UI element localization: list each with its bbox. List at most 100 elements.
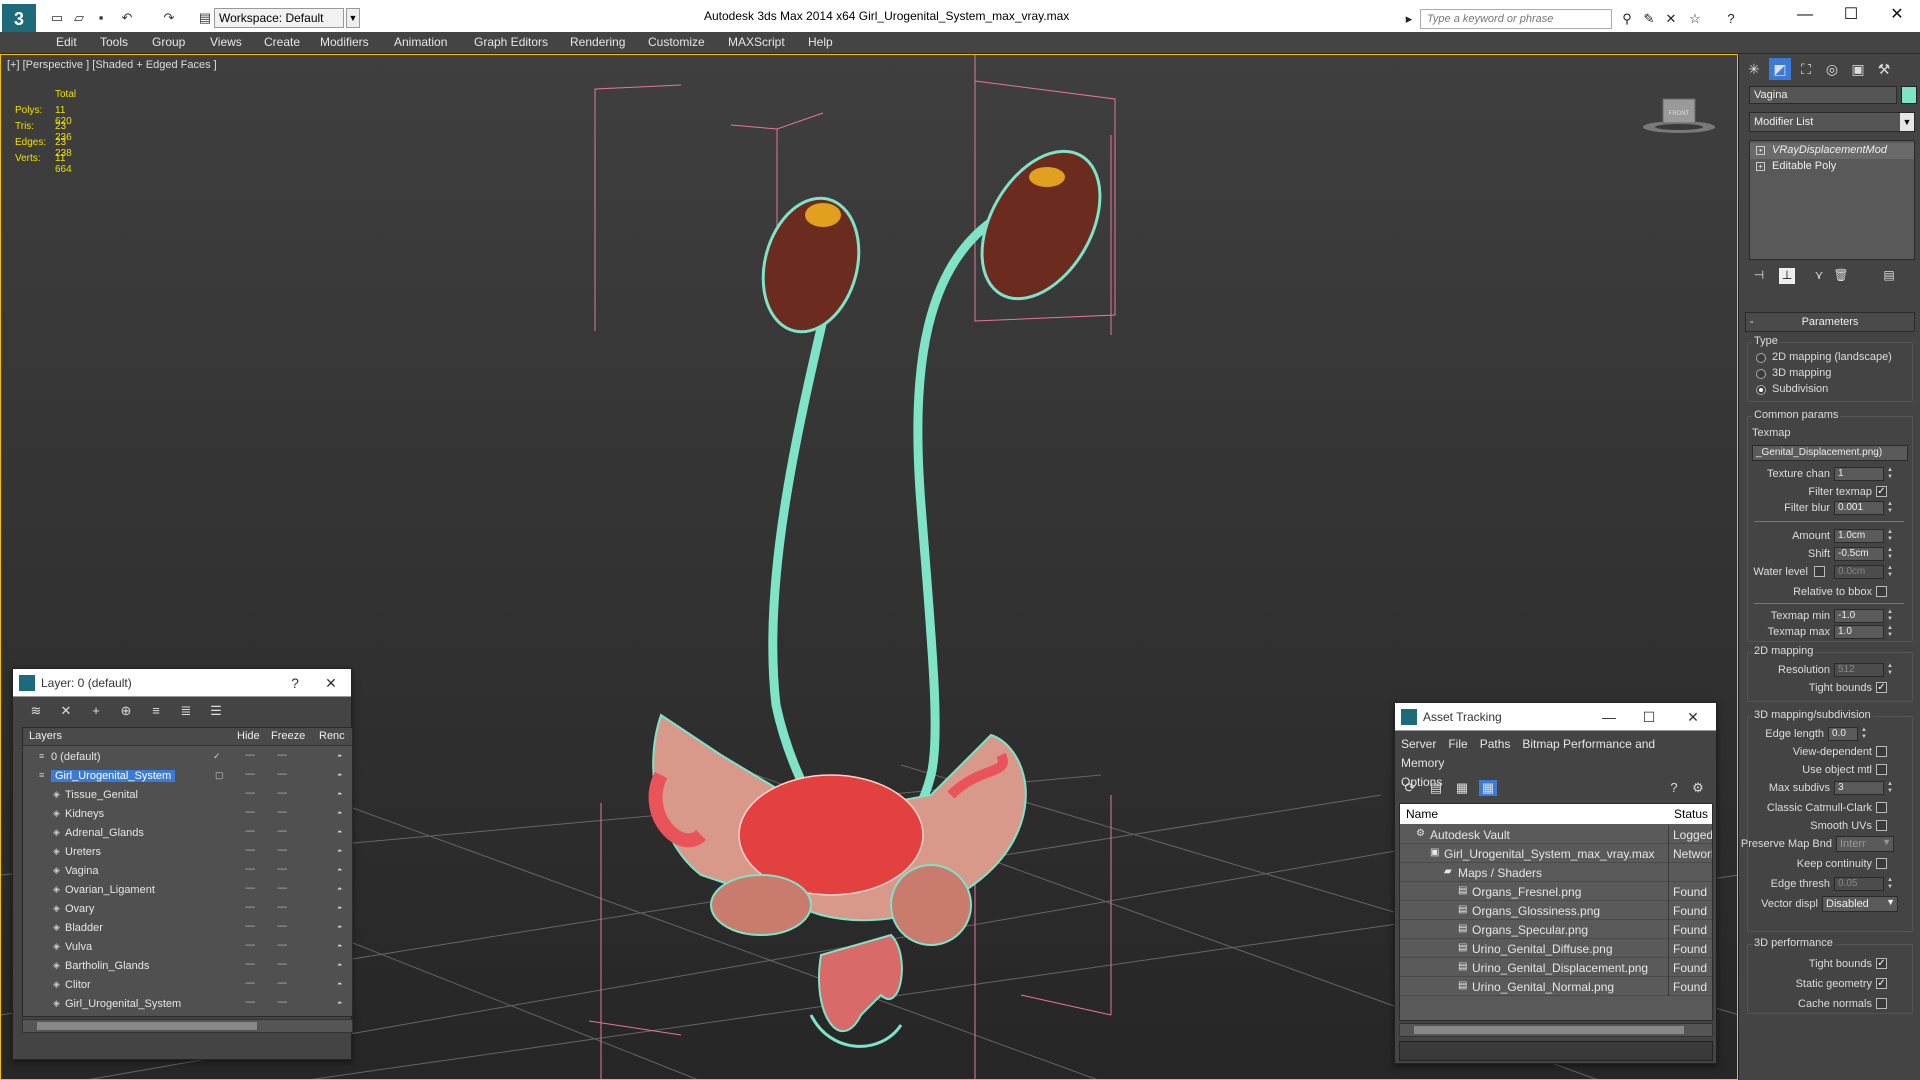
water-level-checkbox[interactable]	[1814, 566, 1825, 577]
asset-row[interactable]: ▤ Urino_Genital_Diffuse.png Found	[1400, 939, 1712, 958]
filter-blur-input[interactable]: 0.001	[1834, 501, 1884, 515]
asset-tracking-panel[interactable]: Asset Tracking — ☐ ✕ Server File Paths Bitm…	[1394, 702, 1717, 1064]
layer-name[interactable]: Girl_Urogenital_System	[65, 998, 181, 1010]
column-hide[interactable]: Hide	[237, 730, 260, 742]
layer-row[interactable]: ◈ Ovary ---- ---- ◓	[23, 900, 352, 919]
cache-normals-checkbox[interactable]	[1876, 998, 1887, 1009]
edge-length-input[interactable]: 0.0	[1828, 727, 1858, 741]
thumbnail-view-icon[interactable]: ▦	[1453, 780, 1471, 796]
layer-name[interactable]: Bartholin_Glands	[65, 960, 149, 972]
spinner-icon[interactable]: ▲ ▼	[1886, 625, 1894, 639]
layer-name[interactable]: Kidneys	[65, 808, 104, 820]
layer-row[interactable]: ◈ Bartholin_Glands ---- ---- ◓	[23, 957, 352, 976]
utilities-tab-icon[interactable]: ⚒	[1873, 58, 1895, 80]
menu-item-help[interactable]: Help	[808, 35, 833, 49]
modifier-list-dropdown[interactable]: Modifier List ▼	[1749, 112, 1915, 132]
radio-2d-mapping[interactable]	[1756, 353, 1766, 363]
preserve-map-dropdown[interactable]: Interr ▼	[1836, 836, 1894, 852]
asset-menu-file[interactable]: File	[1448, 737, 1467, 751]
chevron-down-icon[interactable]: ▼	[346, 8, 360, 28]
freeze-toggle[interactable]: ----	[277, 997, 287, 1008]
max-subdivs-input[interactable]: 3	[1834, 781, 1884, 795]
menu-item-animation[interactable]: Animation	[394, 35, 447, 49]
layer-row[interactable]: ◈ Kidneys ---- ---- ◓	[23, 805, 352, 824]
view-dependent-checkbox[interactable]	[1876, 746, 1887, 757]
remove-modifier-icon[interactable]: 🗑	[1833, 268, 1849, 284]
asset-menu-bitmap-performance-and-memory[interactable]: Bitmap Performance and Memory	[1401, 737, 1655, 770]
maximize-button[interactable]: ☐	[1635, 707, 1663, 727]
spinner-icon[interactable]: ▲ ▼	[1886, 663, 1894, 677]
column-freeze[interactable]: Freeze	[271, 730, 305, 742]
layer-name[interactable]: Girl_Urogenital_System	[51, 770, 176, 782]
make-unique-icon[interactable]: ⋎	[1811, 268, 1827, 284]
hide-toggle[interactable]: ----	[245, 807, 255, 818]
freeze-toggle[interactable]: ----	[277, 959, 287, 970]
favorites-icon[interactable]: ☆	[1686, 10, 1704, 28]
asset-tracking-titlebar[interactable]: Asset Tracking — ☐ ✕	[1395, 703, 1716, 731]
menu-item-customize[interactable]: Customize	[648, 35, 705, 49]
radio-subdivision[interactable]	[1756, 385, 1766, 395]
layer-name[interactable]: Clitor	[65, 979, 91, 991]
highlight-layer-icon[interactable]: ≣	[177, 703, 195, 719]
layer-row[interactable]: ≡ Girl_Urogenital_System ▢ ---- ---- ◓	[23, 767, 352, 786]
layer-row[interactable]: ◈ Vagina ---- ---- ◓	[23, 862, 352, 881]
render-teapot-icon[interactable]: ◓	[337, 751, 347, 761]
table-view-icon[interactable]: ▦	[1479, 780, 1497, 796]
scrollbar-thumb[interactable]	[1414, 1026, 1684, 1034]
asset-row[interactable]: ⚙ Autodesk Vault Logged	[1400, 825, 1712, 844]
freeze-toggle[interactable]: ----	[277, 921, 287, 932]
scrollbar-thumb[interactable]	[37, 1022, 257, 1030]
freeze-toggle[interactable]: ----	[277, 902, 287, 913]
render-teapot-icon[interactable]: ◓	[337, 884, 347, 894]
hide-toggle[interactable]: ----	[245, 864, 255, 875]
hide-toggle[interactable]: ----	[245, 940, 255, 951]
layer-row[interactable]: ◈ Clitor ---- ---- ◓	[23, 976, 352, 995]
layer-row[interactable]: ≡ 0 (default) ✓ ---- ---- ◓	[23, 748, 352, 767]
object-color-swatch[interactable]	[1901, 86, 1917, 104]
render-teapot-icon[interactable]: ◓	[337, 827, 347, 837]
spinner-icon[interactable]: ▲ ▼	[1886, 547, 1894, 561]
edge-thresh-input[interactable]: 0.05	[1834, 877, 1884, 891]
list-view-icon[interactable]: ▤	[1427, 780, 1445, 796]
render-teapot-icon[interactable]: ◓	[337, 979, 347, 989]
layer-name[interactable]: Ovary	[65, 903, 94, 915]
column-name[interactable]: Name	[1406, 807, 1438, 821]
workspace-dropdown[interactable]: Workspace: Default	[214, 8, 344, 28]
hide-toggle[interactable]: ----	[245, 921, 255, 932]
stack-item-editable-poly[interactable]: + Editable Poly	[1750, 159, 1914, 175]
current-layer-icon[interactable]: ✓	[213, 751, 223, 761]
layer-row[interactable]: ◈ Adrenal_Glands ---- ---- ◓	[23, 824, 352, 843]
layer-name[interactable]: Vagina	[65, 865, 98, 877]
render-teapot-icon[interactable]: ◓	[337, 903, 347, 913]
freeze-toggle[interactable]: ----	[277, 769, 287, 780]
layers-icon[interactable]: ≋	[27, 703, 45, 719]
column-status[interactable]: Status	[1674, 807, 1708, 821]
expand-search-icon[interactable]: ▸	[1400, 10, 1418, 28]
relative-bbox-checkbox[interactable]	[1876, 586, 1887, 597]
render-teapot-icon[interactable]: ◓	[337, 770, 347, 780]
configure-modifier-sets-icon[interactable]: ▤	[1881, 268, 1897, 284]
render-teapot-icon[interactable]: ◓	[337, 865, 347, 875]
layer-horizontal-scrollbar[interactable]	[22, 1019, 353, 1033]
undo-icon[interactable]: ↶	[118, 10, 136, 26]
maximize-button[interactable]: ☐	[1828, 4, 1874, 26]
stack-item-vray-displacement[interactable]: • VRayDisplacementMod	[1750, 143, 1914, 159]
render-teapot-icon[interactable]: ◓	[337, 998, 347, 1008]
freeze-toggle[interactable]: ----	[277, 864, 287, 875]
spinner-icon[interactable]: ▲ ▼	[1886, 501, 1894, 515]
layer-explorer-titlebar[interactable]: Layer: 0 (default) ? ✕	[13, 669, 351, 697]
binoculars-icon[interactable]: ⚲	[1618, 10, 1636, 28]
menu-item-graph-editors[interactable]: Graph Editors	[474, 35, 548, 49]
tight-bounds-3d-checkbox[interactable]: ✓	[1876, 958, 1887, 969]
settings-icon[interactable]: ⚙	[1689, 780, 1707, 796]
layer-name[interactable]: 0 (default)	[51, 751, 101, 763]
texmap-max-input[interactable]: 1.0	[1834, 625, 1884, 639]
spinner-icon[interactable]: ▲ ▼	[1886, 877, 1894, 891]
freeze-toggle[interactable]: ----	[277, 807, 287, 818]
hide-toggle[interactable]: ----	[245, 750, 255, 761]
layer-name[interactable]: Bladder	[65, 922, 103, 934]
render-teapot-icon[interactable]: ◓	[337, 789, 347, 799]
layer-name[interactable]: Vulva	[65, 941, 92, 953]
static-geometry-checkbox[interactable]: ✓	[1876, 978, 1887, 989]
amount-input[interactable]: 1.0cm	[1834, 529, 1884, 543]
